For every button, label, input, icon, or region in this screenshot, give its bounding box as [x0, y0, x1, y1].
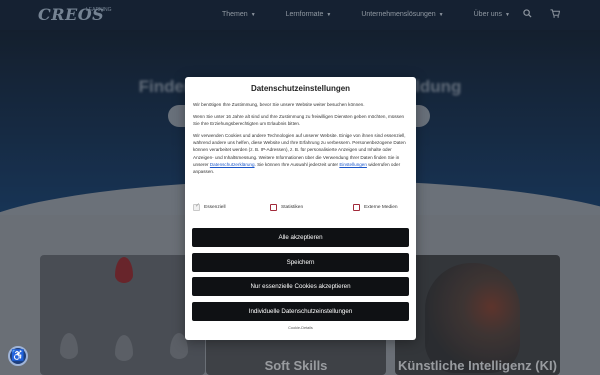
checkbox-essential[interactable]	[193, 202, 200, 211]
accessibility-icon[interactable]: ♿	[8, 346, 28, 366]
consent-text: Wir benötigen Ihre Zustimmung, bevor Sie…	[193, 102, 365, 107]
accept-essential-only-button[interactable]: Nur essenzielle Cookies akzeptieren	[192, 277, 409, 296]
privacy-settings-dialog: Datenschutzeinstellungen Wir benötigen I…	[185, 77, 416, 340]
option-essential[interactable]: Essenziell	[193, 202, 226, 211]
checkbox-external-media[interactable]	[353, 204, 360, 211]
save-button[interactable]: Speichern	[192, 253, 409, 272]
consent-text: Wir verwenden Cookies und andere Technol…	[193, 132, 409, 175]
consent-text-part: . Sie können Ihre Auswahl jederzeit unte…	[254, 161, 340, 167]
individual-settings-button[interactable]: Individuelle Datenschutzeinstellungen	[192, 302, 409, 321]
option-label: Externe Medien	[364, 205, 398, 210]
option-label: Essenziell	[204, 205, 226, 210]
dialog-title: Datenschutzeinstellungen	[250, 84, 351, 93]
settings-link[interactable]: Einstellungen	[339, 162, 367, 167]
option-external-media[interactable]: Externe Medien	[353, 204, 398, 211]
checkbox-statistics[interactable]	[270, 204, 277, 211]
consent-text: Wenn Sie unter 16 Jahre alt sind und Ihr…	[193, 114, 405, 127]
consent-options: Essenziell Statistiken Externe Medien	[193, 202, 409, 214]
option-label: Statistiken	[281, 205, 304, 210]
cookie-details-link[interactable]: Cookie-Details	[185, 326, 416, 330]
privacy-policy-link[interactable]: Datenschutzerklärung	[210, 162, 255, 167]
accept-all-button[interactable]: Alle akzeptieren	[192, 228, 409, 247]
option-statistics[interactable]: Statistiken	[270, 204, 303, 211]
